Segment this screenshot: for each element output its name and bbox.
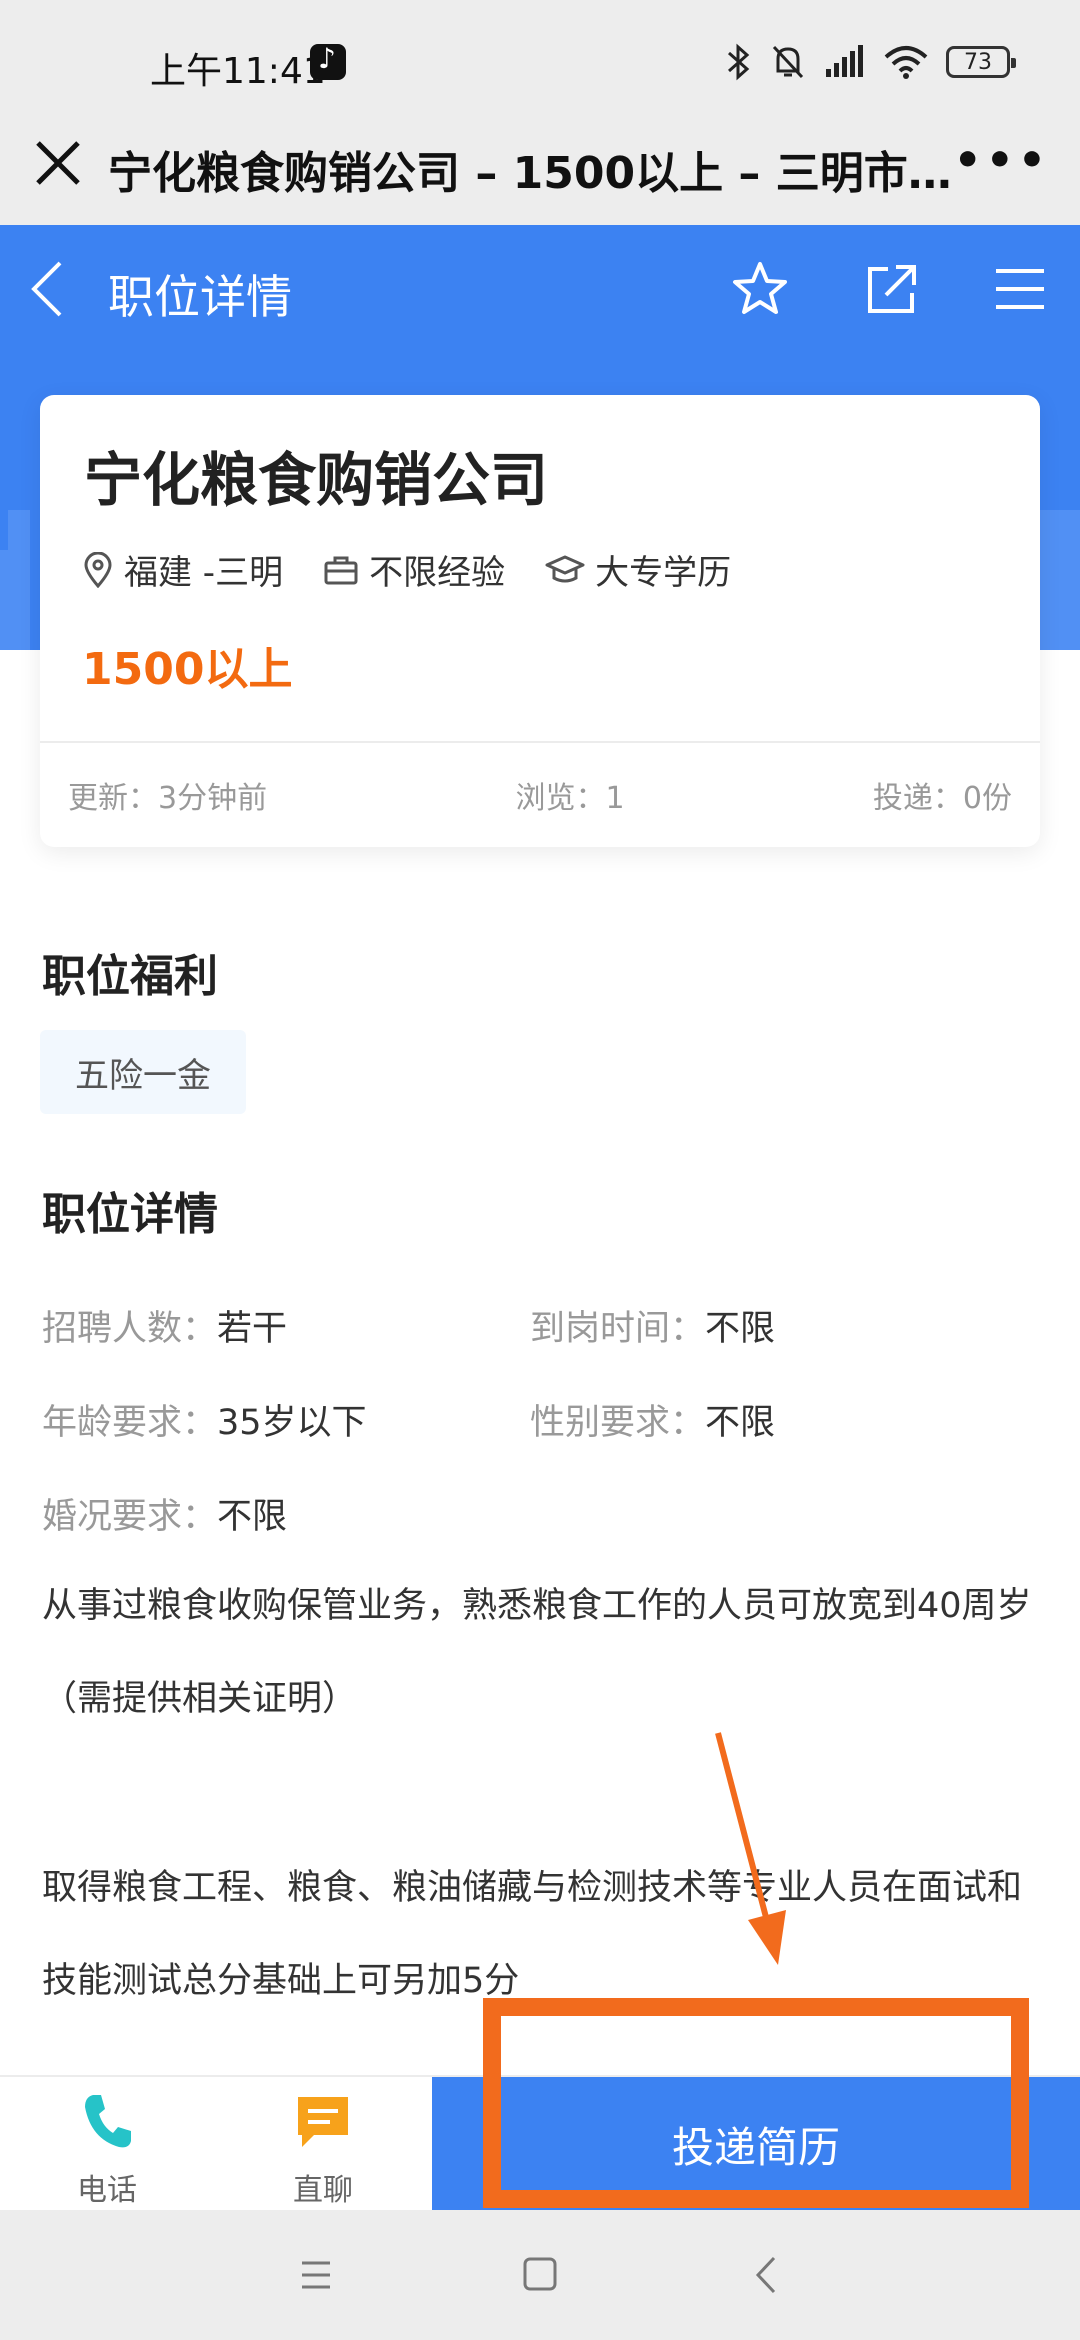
card-stats: 更新：3分钟前 浏览：1 投递：0份 bbox=[68, 773, 1012, 817]
detail-label: 年龄要求： bbox=[42, 1403, 218, 1443]
bell-mute-icon bbox=[772, 45, 804, 79]
annotation-highlight-box bbox=[483, 1998, 1029, 2208]
detail-start-time: 到岗时间：不限 bbox=[530, 1300, 775, 1351]
job-meta: 福建 -三明 不限经验 大专学历 bbox=[82, 545, 771, 594]
annotation-arrow bbox=[715, 1732, 786, 1965]
chat-label: 直聊 bbox=[293, 2173, 353, 2208]
status-time: 上午11:41 bbox=[150, 51, 326, 92]
signal-icon bbox=[826, 45, 863, 77]
phone-button[interactable]: 电话 bbox=[42, 2091, 172, 2209]
view-count: 浏览：1 bbox=[515, 781, 625, 816]
system-nav-bar bbox=[0, 2210, 1080, 2340]
close-icon[interactable] bbox=[28, 133, 88, 193]
phone-icon bbox=[85, 2095, 131, 2148]
detail-value: 不限 bbox=[705, 1403, 776, 1443]
bluetooth-icon bbox=[728, 43, 750, 81]
favorite-star-icon[interactable] bbox=[730, 259, 790, 319]
salary: 1500以上 bbox=[82, 644, 293, 695]
browser-title: 宁化粮食购销公司 – 1500以上 – 三明市… bbox=[108, 148, 952, 199]
education-item: 大专学历 bbox=[545, 545, 731, 594]
divider bbox=[40, 741, 1040, 743]
detail-marital: 婚况要求：不限 bbox=[42, 1488, 287, 1539]
wifi-icon bbox=[884, 46, 928, 79]
updated-time: 更新：3分钟前 bbox=[68, 781, 268, 816]
location-text: 福建 -三明 bbox=[124, 553, 284, 593]
briefcase-icon bbox=[324, 556, 358, 584]
requirement-paragraph-1: 从事过粮食收购保管业务，熟悉粮食工作的人员可放宽到40周岁（需提供相关证明） bbox=[42, 1586, 1032, 1719]
graduation-cap-icon bbox=[545, 555, 585, 582]
detail-label: 性别要求： bbox=[530, 1403, 706, 1443]
application-count: 投递：0份 bbox=[872, 781, 1012, 816]
benefits-title: 职位福利 bbox=[42, 951, 218, 1002]
location-item: 福建 -三明 bbox=[82, 545, 283, 594]
chat-button[interactable]: 直聊 bbox=[258, 2091, 388, 2209]
detail-value: 不限 bbox=[705, 1309, 776, 1349]
detail-label: 到岗时间： bbox=[530, 1309, 706, 1349]
education-text: 大专学历 bbox=[595, 553, 732, 593]
location-pin-icon bbox=[84, 551, 112, 588]
experience-text: 不限经验 bbox=[369, 553, 506, 593]
benefit-tag: 五险一金 bbox=[40, 1030, 246, 1114]
battery-icon: 73 bbox=[946, 46, 1016, 78]
page-title: 职位详情 bbox=[108, 270, 292, 324]
system-icons: 73 bbox=[726, 42, 1016, 82]
details-title: 职位详情 bbox=[42, 1189, 218, 1240]
detail-label: 婚况要求： bbox=[42, 1497, 218, 1537]
back-icon[interactable] bbox=[738, 2250, 798, 2300]
status-bar: 上午11:41 73 bbox=[0, 0, 1080, 125]
detail-value: 若干 bbox=[217, 1309, 288, 1349]
detail-label: 招聘人数： bbox=[42, 1309, 218, 1349]
more-options-icon[interactable]: ••• bbox=[954, 135, 1050, 186]
detail-age: 年龄要求：35岁以下 bbox=[42, 1394, 367, 1445]
phone-label: 电话 bbox=[77, 2173, 137, 2208]
detail-headcount: 招聘人数：若干 bbox=[42, 1300, 287, 1351]
company-name: 宁化粮食购销公司 bbox=[84, 446, 549, 514]
menu-icon[interactable] bbox=[990, 259, 1050, 319]
tiktok-notification-icon bbox=[310, 42, 346, 80]
share-icon[interactable] bbox=[862, 259, 922, 319]
home-icon[interactable] bbox=[510, 2250, 570, 2300]
back-arrow-icon[interactable] bbox=[28, 257, 68, 321]
experience-item: 不限经验 bbox=[323, 545, 505, 594]
chat-icon bbox=[298, 2097, 348, 2147]
job-summary-card: 宁化粮食购销公司 福建 -三明 不限经验 大专学历 1500以上 更新：3分钟前… bbox=[40, 395, 1040, 847]
detail-value: 不限 bbox=[217, 1497, 288, 1537]
detail-value: 35岁以下 bbox=[217, 1403, 367, 1443]
detail-gender: 性别要求：不限 bbox=[530, 1394, 775, 1445]
recent-apps-icon[interactable] bbox=[286, 2250, 346, 2300]
browser-toolbar: 宁化粮食购销公司 – 1500以上 – 三明市… ••• bbox=[0, 125, 1080, 225]
